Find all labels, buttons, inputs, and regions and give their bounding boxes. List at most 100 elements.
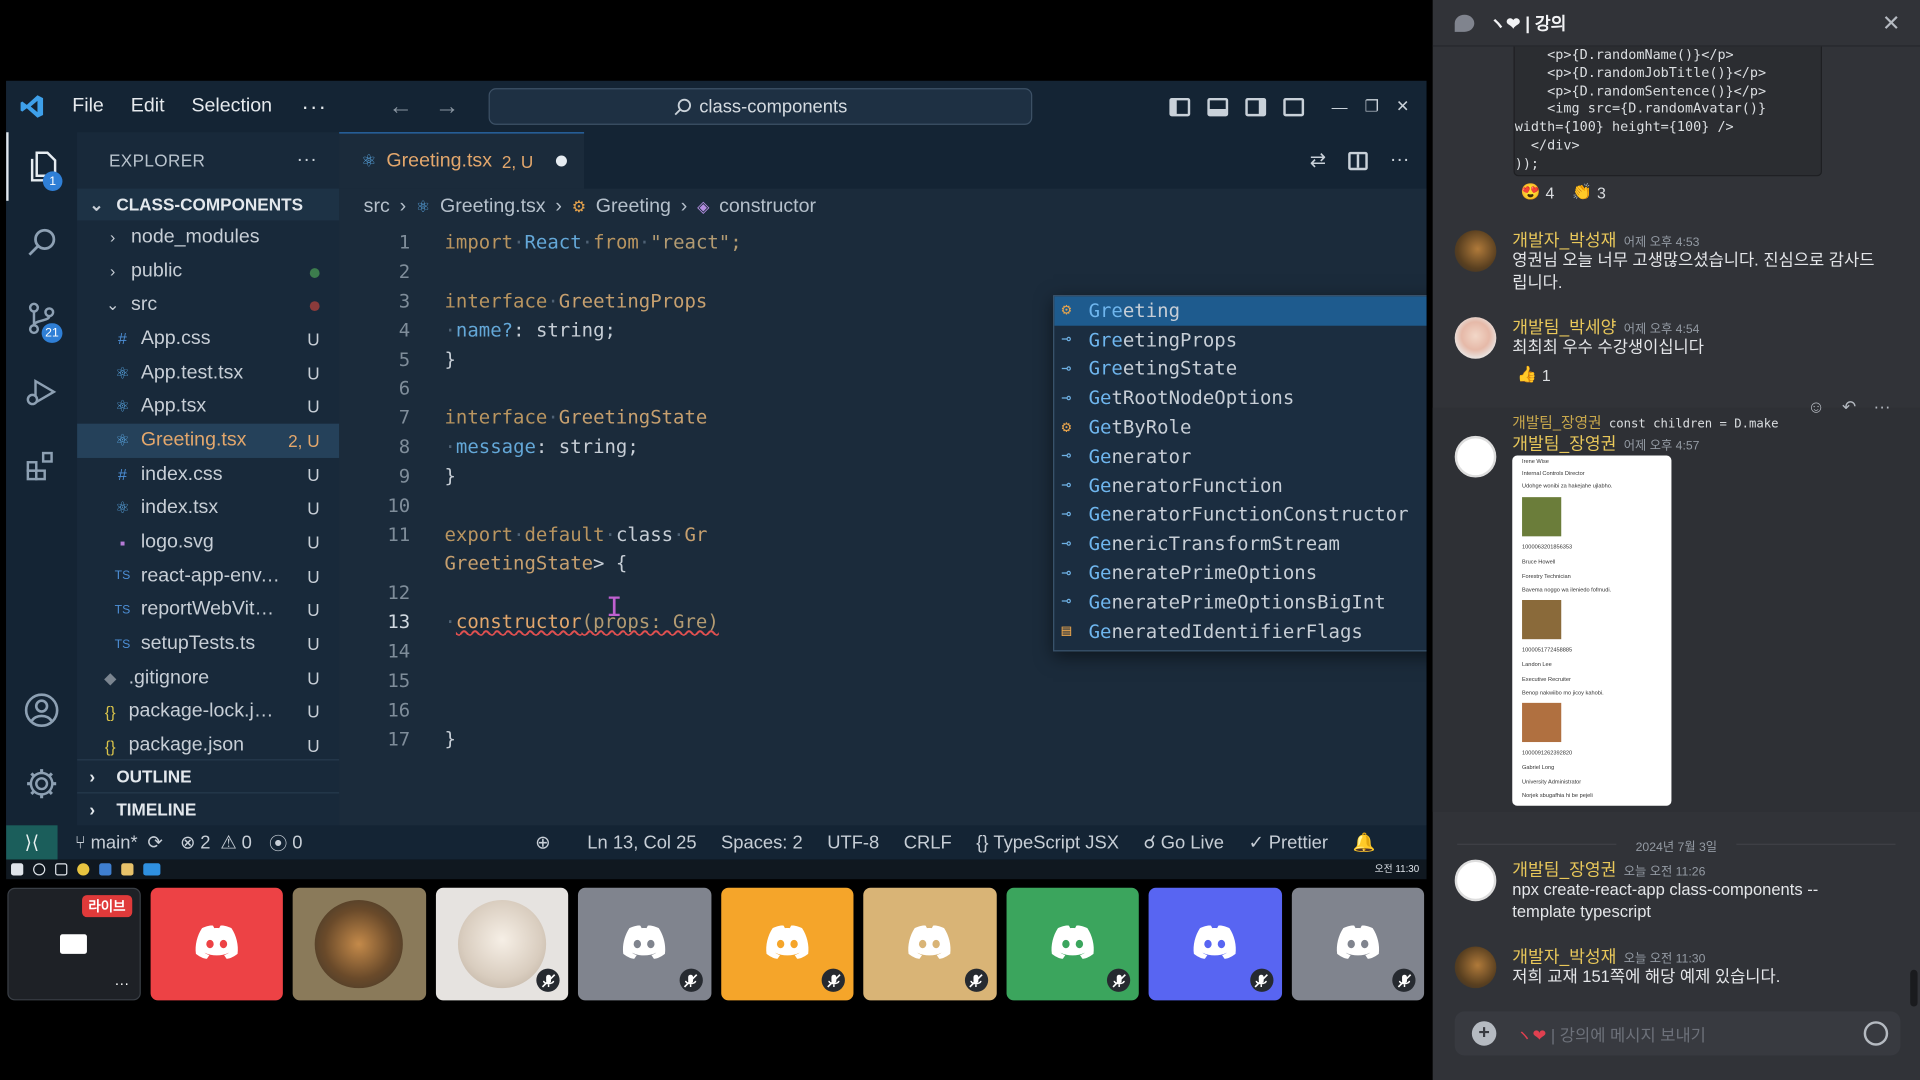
close-icon[interactable]: ✕ [1882,11,1900,37]
breadcrumb-src[interactable]: src [364,196,390,218]
remote-indicator-icon[interactable]: ⟩⟨ [6,825,58,860]
participant-tile[interactable] [150,887,283,1001]
file-package-json[interactable]: {} package.json U [77,729,339,763]
participant-tile[interactable] [435,887,569,1001]
minimize-icon[interactable]: — [1332,97,1348,115]
reaction-heart-eyes[interactable]: 😍 4 [1513,179,1561,206]
back-arrow-icon[interactable]: ← [388,92,412,120]
file-index-tsx[interactable]: ⚛ index.tsx U [77,492,339,526]
file-node-modules[interactable]: › node_modules [77,220,339,254]
author-name[interactable]: 개발팀_장영권 [1512,433,1616,453]
more-icon[interactable]: ··· [1873,397,1890,418]
line-ending[interactable]: CRLF [904,832,952,853]
suggestion-item[interactable]: ⊸ GetRootNodeOptions [1054,384,1426,413]
file-package-lock-json[interactable]: {} package-lock.json U [77,695,339,729]
author-name[interactable]: 개발자_박성재 [1512,230,1616,250]
outline-section[interactable]: › OUTLINE [77,759,340,792]
ports-indicator[interactable]: ⦿ 0 [269,830,303,856]
participant-tile[interactable] [1291,887,1425,1001]
menu-selection[interactable]: Selection [191,96,272,118]
menu-file[interactable]: File [72,96,104,118]
close-window-icon[interactable]: ✕ [1396,97,1409,117]
unsaved-dot-icon[interactable] [555,155,567,167]
participant-tile[interactable] [292,887,426,1001]
prettier[interactable]: ✓ Prettier [1248,831,1328,853]
chrome-icon[interactable] [77,863,90,876]
author-name[interactable]: 개발자_박성재 [1512,947,1616,967]
problems-indicator[interactable]: ⊗ 2 ⚠ 0 [180,831,252,853]
customize-layout-icon[interactable] [1283,97,1305,116]
screen-share-tile[interactable]: 라이브 ··· [7,887,141,1001]
participant-tile[interactable] [863,887,997,1001]
file-app-test-tsx[interactable]: ⚛ App.test.tsx U [77,356,339,390]
toggle-secondary-sidebar-icon[interactable] [1245,97,1267,116]
reply-icon[interactable]: ↶ [1842,397,1856,418]
avatar[interactable] [1454,859,1497,902]
avatar[interactable] [1454,946,1497,989]
suggestion-item[interactable]: ▤GeneratedIdentifierFlagstypescript [1054,617,1426,646]
suggestion-item[interactable]: ⊸ Generator [1054,442,1426,471]
attached-screenshot[interactable]: Irene Wise Internal Controls Director Udoh… [1512,455,1672,806]
explorer-icon[interactable]: 1 [6,132,77,201]
breadcrumb-class[interactable]: Greeting [596,196,671,218]
breadcrumb-method[interactable]: constructor [719,196,816,218]
suggestion-item[interactable]: ⚙GetByRole@testing-library/react [1054,413,1426,442]
toggle-panel-icon[interactable] [1207,97,1229,116]
git-branch[interactable]: ⑂ main* ⟳ [75,831,163,853]
file-react-app-env[interactable]: TS react-app-env.... U [77,559,339,593]
run-debug-icon[interactable] [6,358,77,427]
file--gitignore[interactable]: ◆ .gitignore U [77,661,339,695]
project-folder-header[interactable]: ⌄ CLASS-COMPONENTS [77,188,340,221]
emoji-picker-icon[interactable] [1863,1021,1889,1046]
language-mode[interactable]: {} TypeScript JSX [976,832,1119,853]
breadcrumb-file[interactable]: Greeting.tsx [440,196,546,218]
suggestion-item[interactable]: ⊸GeneratePrimeOptionsBigIntcrypto [1054,588,1426,617]
explorer-more-icon[interactable]: ··· [296,149,317,171]
file-public[interactable]: › public [77,254,339,288]
suggestion-item[interactable]: ⊸ GreetingState [1054,355,1426,384]
tab-greeting-tsx[interactable]: ⚛ Greeting.tsx 2, U [339,132,585,189]
restore-icon[interactable]: ❐ [1365,97,1379,117]
menu-more-icon[interactable]: ··· [301,94,327,120]
suggestion-item[interactable]: ⊸GeneratePrimeOptionscrypto [1054,559,1426,588]
forward-arrow-icon[interactable]: → [435,92,459,120]
author-name[interactable]: 개발팀_박세양 [1512,317,1616,337]
participant-tile[interactable] [577,887,711,1001]
avatar[interactable] [1454,317,1497,359]
menu-edit[interactable]: Edit [131,96,165,118]
vscode-taskbar-icon[interactable] [143,863,161,876]
file-greeting-tsx[interactable]: ⚛ Greeting.tsx 2, U [77,423,340,458]
participant-tile[interactable] [720,887,854,1001]
search-icon[interactable] [33,863,46,876]
file-app-tsx[interactable]: ⚛ App.tsx U [77,390,339,424]
suggestion-item[interactable]: ⊸ GenericTransformStream [1054,529,1426,558]
suggestion-item[interactable]: ⊸ GeneratorFunction [1054,471,1426,500]
participant-tile[interactable] [1005,887,1139,1001]
autocomplete-suggestions[interactable]: ⚙Greetingclass Greeting⊸GreetingProps⊸Gr… [1053,295,1427,652]
timeline-section[interactable]: › TIMELINE [77,792,340,825]
file-logo-svg[interactable]: ▪ logo.svg U [77,526,339,560]
go-live[interactable]: ☌ Go Live [1143,831,1224,853]
file-reportwebvital[interactable]: TS reportWebVital... U [77,593,339,627]
reply-reference[interactable]: 개발팀_장영권 const children = D.make [1512,411,1778,432]
participant-tile[interactable] [1148,887,1282,1001]
encoding[interactable]: UTF-8 [827,832,879,853]
suggestion-item[interactable]: ⊸ GreetingProps [1054,325,1426,354]
windows-start-icon[interactable] [11,863,24,876]
reaction-clap[interactable]: 👏 3 [1565,179,1613,206]
command-center-search[interactable]: class-components [488,88,1033,125]
more-icon[interactable]: ··· [114,975,129,992]
message-input[interactable]: + ヽ❤ | 강의에 메시지 보내기 [1454,1011,1901,1056]
search-icon[interactable] [6,208,77,277]
reaction-thumbs-up[interactable]: 👍 1 [1510,361,1558,388]
compare-changes-icon[interactable]: ⇄ [1310,148,1326,172]
file-app-css[interactable]: # App.css U [77,322,339,356]
toggle-sidebar-icon[interactable] [1169,97,1191,116]
add-attachment-icon[interactable]: + [1471,1021,1497,1046]
settings-gear-icon[interactable] [6,749,77,818]
extensions-icon[interactable] [6,431,77,500]
folder-icon[interactable] [121,863,134,876]
cursor-position[interactable]: Ln 13, Col 25 [587,832,696,853]
file-index-css[interactable]: # index.css U [77,458,339,492]
split-editor-icon[interactable] [1348,151,1368,170]
